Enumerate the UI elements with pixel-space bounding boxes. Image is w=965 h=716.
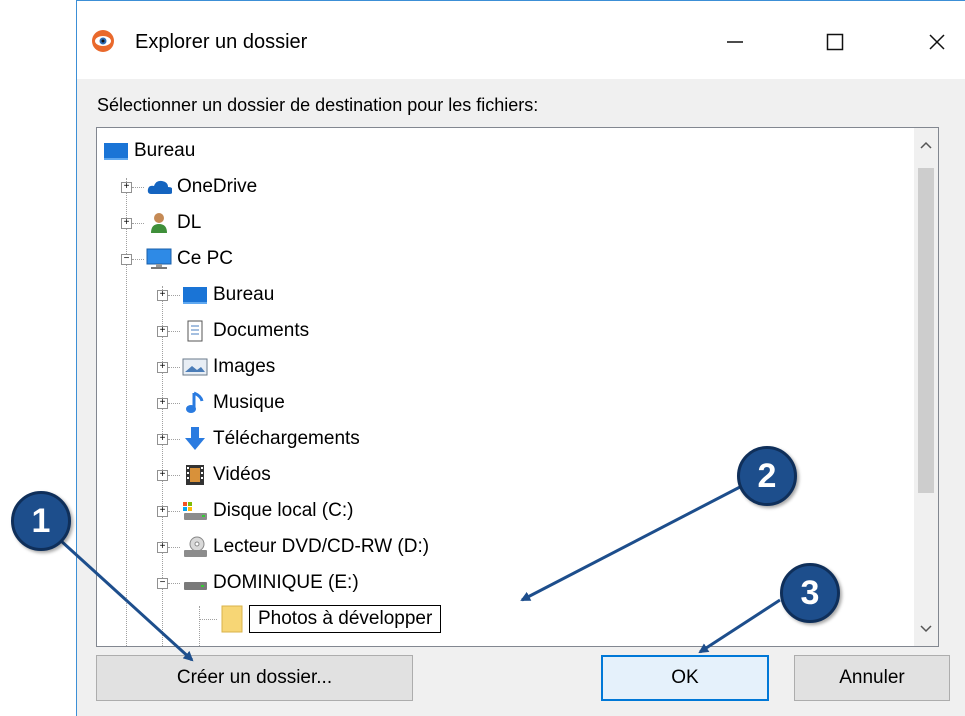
pictures-icon xyxy=(182,356,208,378)
tree-item-label: OneDrive xyxy=(177,176,258,197)
video-icon xyxy=(182,464,208,486)
window-title: Explorer un dossier xyxy=(135,31,308,53)
app-icon xyxy=(91,29,115,53)
tree-item-music[interactable]: + Musique xyxy=(157,386,285,420)
callout-badge-2: 2 xyxy=(737,446,797,506)
expand-icon[interactable]: + xyxy=(157,469,168,481)
expand-icon[interactable]: + xyxy=(121,181,132,193)
documents-icon xyxy=(182,320,208,342)
tree-item-documents[interactable]: + Documents xyxy=(157,314,309,348)
scroll-up-icon[interactable] xyxy=(914,130,938,160)
cloud-icon xyxy=(146,176,172,198)
tree-item-label: Images xyxy=(213,356,276,377)
expand-icon[interactable]: + xyxy=(121,217,132,229)
scroll-down-icon[interactable] xyxy=(914,614,938,644)
close-button[interactable] xyxy=(907,17,965,67)
callout-badge-1: 1 xyxy=(11,491,71,551)
scroll-thumb[interactable] xyxy=(918,168,934,493)
create-folder-button[interactable]: Créer un dossier... xyxy=(96,655,413,701)
cancel-button[interactable]: Annuler xyxy=(794,655,950,701)
music-icon xyxy=(182,391,208,414)
tree-item-desktop[interactable]: + Bureau xyxy=(157,278,274,312)
collapse-icon[interactable]: − xyxy=(157,577,168,589)
tree-item-label: Ce PC xyxy=(177,248,233,269)
expand-icon[interactable]: + xyxy=(157,325,168,337)
tree-item-new-folder[interactable]: Photos à développer xyxy=(199,602,442,636)
expand-icon[interactable]: + xyxy=(157,433,168,445)
collapse-icon[interactable]: − xyxy=(121,253,132,265)
drive-icon xyxy=(182,500,208,522)
ok-button[interactable]: OK xyxy=(601,655,769,701)
tree-item-label: Bureau xyxy=(213,284,275,305)
folder-icon xyxy=(219,605,245,633)
vertical-scrollbar[interactable] xyxy=(914,128,938,646)
tree-item-label: Vidéos xyxy=(213,464,271,485)
tree-item-label: Musique xyxy=(213,392,285,413)
maximize-button[interactable] xyxy=(805,17,865,67)
callout-badge-3: 3 xyxy=(780,563,840,623)
minimize-button[interactable] xyxy=(705,17,765,67)
desktop-icon xyxy=(182,284,208,306)
expand-icon[interactable]: + xyxy=(157,289,168,301)
tree-item-label: DL xyxy=(177,212,202,233)
dvd-icon xyxy=(182,536,208,558)
tree-item-label: DOMINIQUE (E:) xyxy=(213,572,359,593)
expand-icon[interactable]: + xyxy=(157,361,168,373)
user-icon xyxy=(146,212,172,234)
tree-item-videos[interactable]: + Vidéos xyxy=(157,458,271,492)
download-icon xyxy=(182,427,208,450)
tree-item-usb-drive[interactable]: − DOMINIQUE (E:) xyxy=(157,566,359,600)
computer-icon xyxy=(146,248,172,270)
tree-item-user[interactable]: + DL xyxy=(121,206,201,240)
tree-item-label: Lecteur DVD/CD-RW (D:) xyxy=(213,536,430,557)
tree-item-label: Bureau xyxy=(134,140,196,161)
tree-item-desktop-root[interactable]: Bureau xyxy=(101,134,195,168)
dialog-prompt: Sélectionner un dossier de destination p… xyxy=(97,95,539,115)
usb-drive-icon xyxy=(182,572,208,594)
title-bar: Explorer un dossier xyxy=(77,1,965,79)
tree-item-label: Disque local (C:) xyxy=(213,500,354,521)
expand-icon[interactable]: + xyxy=(157,505,168,517)
desktop-icon xyxy=(103,140,129,162)
tree-item-label: Documents xyxy=(213,320,310,341)
tree-item-onedrive[interactable]: + OneDrive xyxy=(121,170,257,204)
tree-item-downloads[interactable]: + Téléchargements xyxy=(157,422,360,456)
tree-item-dvd-drive[interactable]: + Lecteur DVD/CD-RW (D:) xyxy=(157,530,429,564)
tree-item-this-pc[interactable]: − Ce PC xyxy=(121,242,233,276)
rename-field[interactable]: Photos à développer xyxy=(249,605,442,633)
expand-icon[interactable]: + xyxy=(157,397,168,409)
expand-icon[interactable]: + xyxy=(157,541,168,553)
tree-item-pictures[interactable]: + Images xyxy=(157,350,275,384)
tree-item-local-disk[interactable]: + Disque local (C:) xyxy=(157,494,353,528)
tree-item-label: Téléchargements xyxy=(213,428,360,449)
